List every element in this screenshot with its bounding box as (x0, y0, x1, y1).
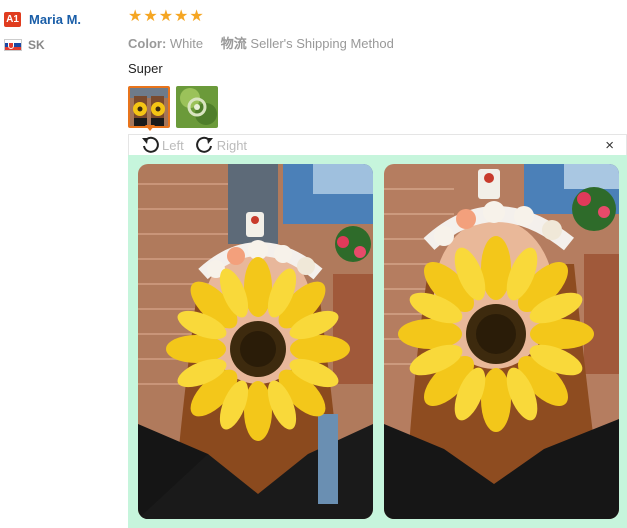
reviewer-info: A1 Maria M. SK (4, 10, 119, 53)
rotate-left-button[interactable]: Left (139, 135, 184, 155)
star-icon: ★ (189, 8, 204, 25)
review-content: ★ ★ ★ ★ ★ Color: White 物流 Seller's Shipp… (128, 9, 626, 128)
star-icon: ★ (128, 8, 143, 25)
shipping-label: 物流 (220, 36, 247, 51)
review-photo-thumbnails (128, 86, 626, 128)
review-photo-1 (138, 164, 373, 519)
reviewer-name[interactable]: Maria M. (29, 12, 81, 27)
reviewer-country-row: SK (4, 37, 119, 53)
rotate-right-icon (195, 136, 213, 153)
rotate-left-label: Left (162, 137, 184, 153)
star-icon: ★ (174, 8, 189, 25)
selected-thumbnail-pointer (145, 125, 155, 131)
photo-viewer-stage (128, 155, 627, 528)
photo-viewer: Left Right × (128, 134, 627, 528)
review-text: Super (128, 61, 163, 76)
shipping-value: Seller's Shipping Method (250, 36, 394, 51)
color-value: White (169, 36, 204, 51)
star-icon: ★ (158, 8, 174, 25)
rotate-right-label: Right (216, 137, 248, 153)
color-label: Color: (128, 36, 167, 51)
reviewer-name-row: A1 Maria M. (4, 10, 119, 28)
star-icon: ★ (143, 8, 158, 25)
photo-viewer-toolbar: Left Right × (128, 134, 627, 155)
order-attributes: Color: White 物流 Seller's Shipping Method (128, 33, 626, 52)
star-rating: ★ ★ ★ ★ ★ (128, 9, 626, 25)
photo-thumbnail-1[interactable] (128, 86, 170, 128)
country-code: SK (28, 38, 45, 52)
rotate-right-button[interactable]: Right (194, 135, 247, 155)
review-photo-2 (384, 164, 619, 519)
reviewer-level-badge: A1 (4, 11, 21, 27)
slovakia-flag-icon (4, 39, 22, 51)
rotate-left-icon (142, 136, 159, 153)
close-icon[interactable]: × (605, 138, 614, 153)
photo-thumbnail-2[interactable] (176, 86, 218, 128)
